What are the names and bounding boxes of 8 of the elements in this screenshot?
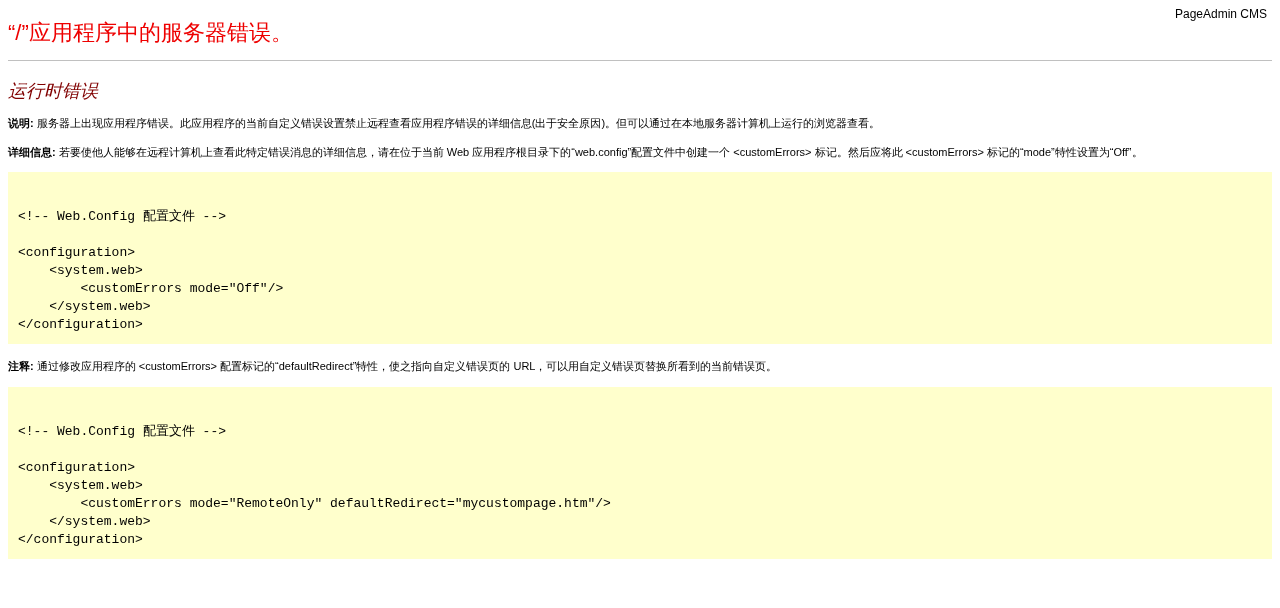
code-block: <!-- Web.Config 配置文件 --> <configuration> <system.web> <customErrors mode="RemoteOnly" defaultRedirect="mycustompage.htm"/> </system.web> </configuration> <box>8 386 1272 559</box>
brand-label: PageAdmin CMS <box>1174 7 1267 21</box>
page-title: “/”应用程序中的服务器错误。 <box>8 19 293 47</box>
code-block: <!-- Web.Config 配置文件 --> <configuration> <system.web> <customErrors mode="Off"/> </system.web> </configuration> <box>8 172 1272 344</box>
description-text: 注释: 通过修改应用程序的 <customErrors> 配置标记的“defaultRedirect”特性，使之指向自定义错误页的 URL，可以用自定义错误页替换所看到的当前错误页。 <box>8 359 779 374</box>
error-heading: 运行时错误 <box>8 80 100 103</box>
description-text: 说明: 服务器上出现应用程序错误。此应用程序的当前自定义错误设置禁止远程查看应用程序错误的详细信息(出于安全原因)。但可以通过在本地服务器计算机上运行的浏览器查看。 <box>8 116 882 131</box>
description-text: 详细信息: 若要使他人能够在远程计算机上查看此特定错误消息的详细信息，请在位于当前 Web 应用程序根目录下的“web.config”配置文件中创建一个 <customErrors> 标记。然后应将此 <customErrors> 标记的“mode”特性设置为“Off”。 <box>8 144 1144 160</box>
